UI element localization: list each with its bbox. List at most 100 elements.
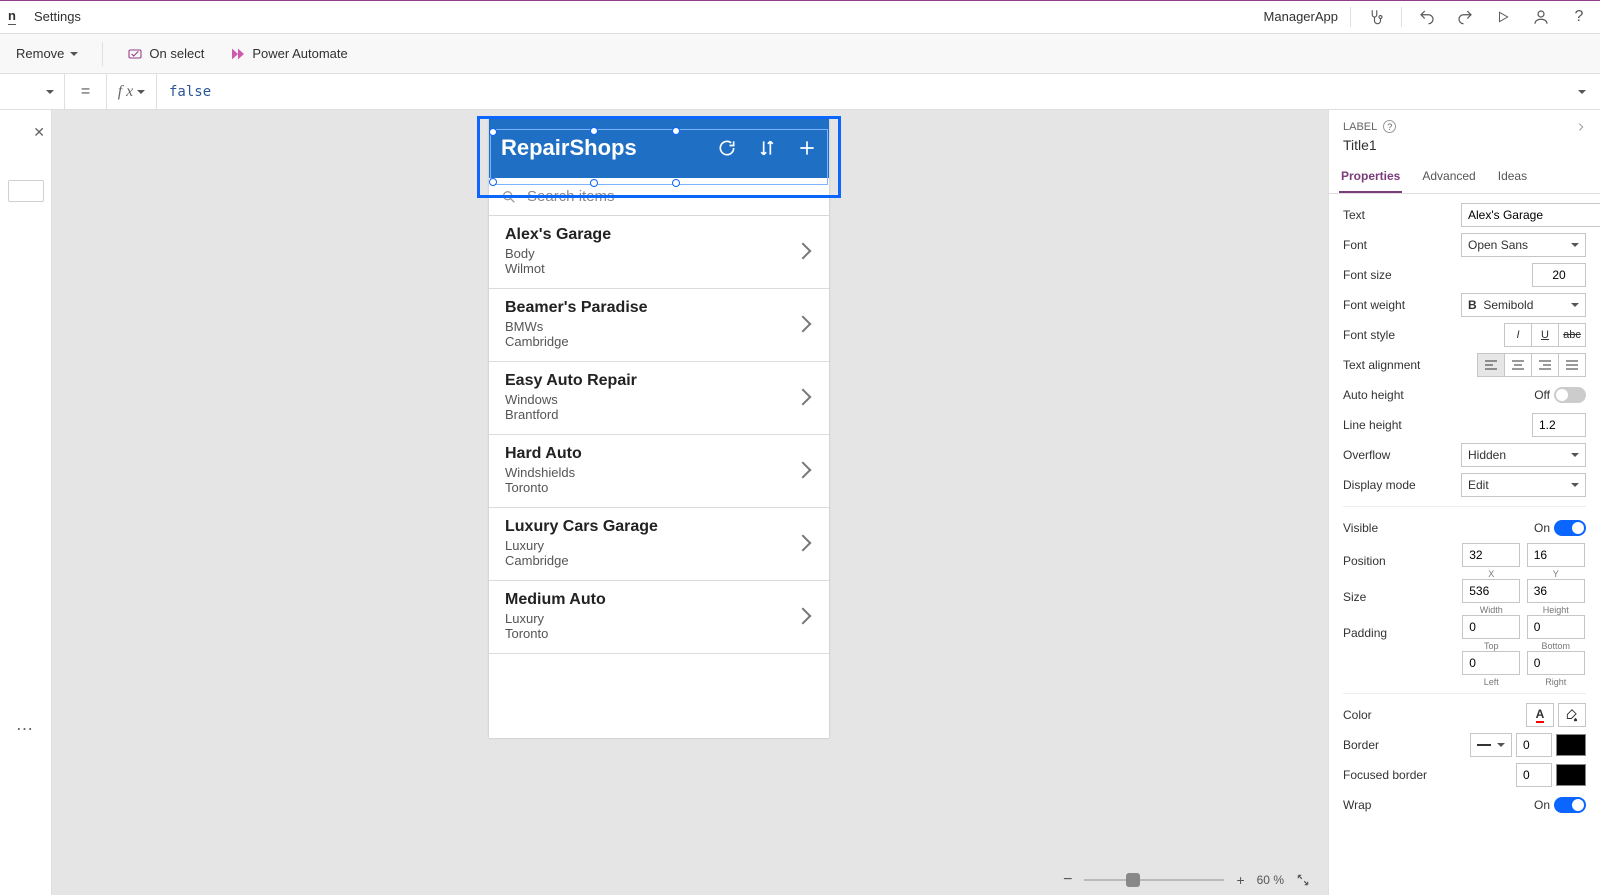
refresh-icon[interactable] <box>717 138 737 158</box>
list-item[interactable]: Beamer's ParadiseBMWsCambridge <box>489 289 829 362</box>
focusedborder-width-input[interactable] <box>1516 763 1552 787</box>
help-icon[interactable]: ? <box>1566 4 1592 30</box>
undo-icon[interactable] <box>1414 4 1440 30</box>
list-item[interactable]: Luxury Cars GarageLuxuryCambridge <box>489 508 829 581</box>
settings-menu[interactable]: Settings <box>34 9 81 24</box>
item-line3: Wilmot <box>505 261 797 276</box>
align-center-button[interactable] <box>1504 353 1532 377</box>
chevron-right-icon[interactable] <box>795 389 812 406</box>
top-menu-n[interactable]: n <box>8 8 16 25</box>
chevron-right-icon[interactable] <box>795 316 812 333</box>
font-color-button[interactable]: A <box>1526 703 1554 727</box>
info-icon[interactable]: ? <box>1383 120 1396 133</box>
list-item[interactable]: Easy Auto RepairWindowsBrantford <box>489 362 829 435</box>
text-input[interactable] <box>1461 203 1600 227</box>
fill-color-button[interactable] <box>1558 703 1586 727</box>
close-icon[interactable]: ✕ <box>33 124 45 141</box>
more-icon[interactable]: … <box>16 714 36 735</box>
sort-icon[interactable] <box>757 138 777 158</box>
lineheight-input[interactable] <box>1532 413 1586 437</box>
panel-label: LABEL <box>1343 121 1377 133</box>
search-box[interactable]: Search items <box>489 178 829 216</box>
tab-properties[interactable]: Properties <box>1339 161 1402 193</box>
pad-bottom-input[interactable] <box>1527 615 1585 639</box>
italic-button[interactable]: I <box>1504 323 1532 347</box>
overflow-label: Overflow <box>1343 448 1453 462</box>
overflow-dropdown[interactable]: Hidden <box>1461 443 1586 467</box>
position-y-input[interactable] <box>1527 543 1585 567</box>
fontsize-input[interactable] <box>1532 263 1586 287</box>
fontstyle-label: Font style <box>1343 328 1453 342</box>
tab-ideas[interactable]: Ideas <box>1496 161 1529 193</box>
align-left-button[interactable] <box>1477 353 1505 377</box>
list-item[interactable]: Alex's GarageBodyWilmot <box>489 216 829 289</box>
visible-toggle[interactable] <box>1554 520 1586 536</box>
pad-left-input[interactable] <box>1462 651 1520 675</box>
position-x-input[interactable] <box>1462 543 1520 567</box>
zoom-slider[interactable] <box>1084 879 1224 881</box>
top-bar: n Settings ManagerApp ? <box>0 0 1600 34</box>
border-label: Border <box>1343 738 1453 752</box>
textalign-label: Text alignment <box>1343 358 1453 372</box>
list-item[interactable]: Hard AutoWindshieldsToronto <box>489 435 829 508</box>
fullscreen-icon[interactable] <box>1296 873 1310 887</box>
strike-button[interactable]: abc <box>1558 323 1586 347</box>
pad-right-input[interactable] <box>1527 651 1585 675</box>
align-right-button[interactable] <box>1531 353 1559 377</box>
workspace: ✕ … RepairShops <box>0 110 1600 895</box>
app-title[interactable]: RepairShops <box>501 135 717 161</box>
fontstyle-buttons[interactable]: I U abc <box>1505 323 1586 347</box>
ribbon: Remove On select Power Automate <box>0 34 1600 74</box>
formula-input[interactable]: false <box>157 84 1564 100</box>
panel-expand-icon[interactable] <box>1576 122 1586 132</box>
zoom-in-icon[interactable]: + <box>1236 872 1244 888</box>
displaymode-dropdown[interactable]: Edit <box>1461 473 1586 497</box>
user-icon[interactable] <box>1528 4 1554 30</box>
border-color-swatch[interactable] <box>1556 734 1586 756</box>
app-name: ManagerApp <box>1264 9 1338 24</box>
border-width-input[interactable] <box>1516 733 1552 757</box>
formula-expand-icon[interactable] <box>1564 90 1600 94</box>
item-line3: Toronto <box>505 626 797 641</box>
fx-icon[interactable]: f x <box>107 74 157 109</box>
wrap-label: Wrap <box>1343 798 1453 812</box>
zoom-out-icon[interactable]: − <box>1063 871 1072 889</box>
zoom-value: 60 <box>1257 873 1270 887</box>
item-name: Luxury Cars Garage <box>505 518 797 536</box>
redo-icon[interactable] <box>1452 4 1478 30</box>
power-automate-button[interactable]: Power Automate <box>224 42 353 66</box>
wrap-toggle[interactable] <box>1554 797 1586 813</box>
chevron-right-icon[interactable] <box>795 462 812 479</box>
underline-button[interactable]: U <box>1531 323 1559 347</box>
autoheight-toggle[interactable] <box>1554 387 1586 403</box>
pad-top-input[interactable] <box>1462 615 1520 639</box>
canvas[interactable]: RepairShops Search items Alex's G <box>52 110 1328 895</box>
chevron-right-icon[interactable] <box>795 608 812 625</box>
list-item[interactable]: Medium AutoLuxuryToronto <box>489 581 829 654</box>
fontsize-label: Font size <box>1343 268 1453 282</box>
onselect-button[interactable]: On select <box>121 42 210 66</box>
fontweight-dropdown[interactable]: B Semibold <box>1461 293 1586 317</box>
border-style-dropdown[interactable] <box>1470 733 1512 757</box>
focusedborder-color-swatch[interactable] <box>1556 764 1586 786</box>
displaymode-label: Display mode <box>1343 478 1453 492</box>
add-icon[interactable] <box>797 138 817 158</box>
chevron-right-icon[interactable] <box>795 535 812 552</box>
play-icon[interactable] <box>1490 4 1516 30</box>
property-dropdown[interactable] <box>0 74 65 110</box>
item-line3: Brantford <box>505 407 797 422</box>
tab-advanced[interactable]: Advanced <box>1420 161 1477 193</box>
chevron-right-icon[interactable] <box>795 243 812 260</box>
remove-button[interactable]: Remove <box>10 42 84 65</box>
item-name: Beamer's Paradise <box>505 299 797 317</box>
font-dropdown[interactable]: Open Sans <box>1461 233 1586 257</box>
align-justify-button[interactable] <box>1558 353 1586 377</box>
screen-thumbnail[interactable] <box>8 180 44 202</box>
textalign-buttons[interactable] <box>1478 353 1586 377</box>
search-placeholder: Search items <box>527 188 615 205</box>
width-input[interactable] <box>1462 579 1520 603</box>
focusedborder-label: Focused border <box>1343 768 1453 782</box>
health-check-icon[interactable] <box>1363 4 1389 30</box>
app-header[interactable]: RepairShops <box>489 118 829 178</box>
height-input[interactable] <box>1527 579 1585 603</box>
